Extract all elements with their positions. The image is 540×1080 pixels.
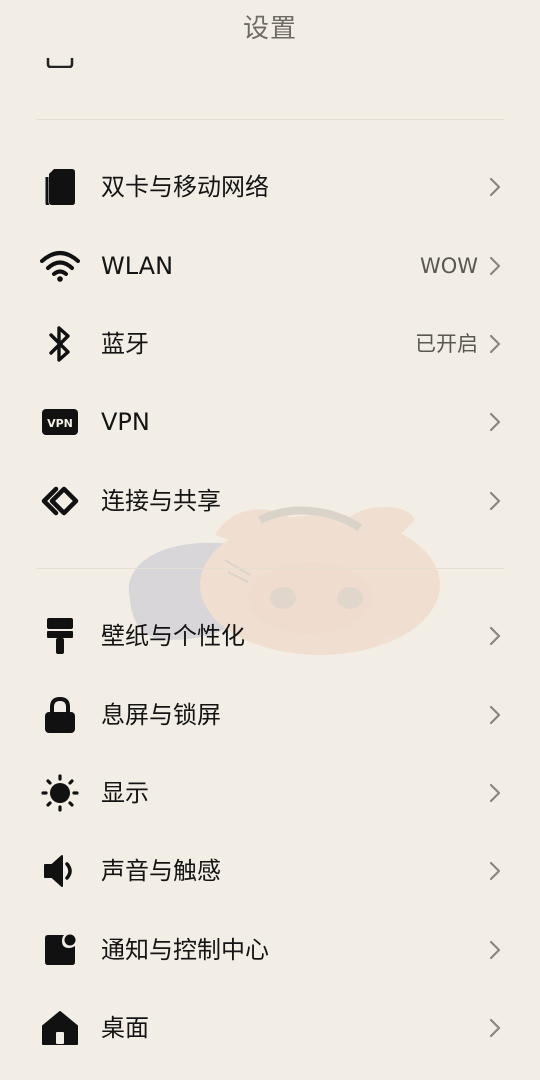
settings-item-label: 息屏与锁屏 [101,701,221,729]
lock-icon [38,695,82,735]
section-divider-top [36,119,504,120]
settings-item-connection-sharing[interactable]: 连接与共享 [0,462,540,540]
chevron-right-icon [489,412,501,432]
settings-item-value: 已开启 [415,332,478,356]
speaker-icon [38,851,82,891]
settings-item-screen-off-lock-screen[interactable]: 息屏与锁屏 [0,676,540,754]
section-divider [36,568,504,569]
sim-card-icon [38,167,82,207]
settings-item-label: 蓝牙 [101,330,149,358]
chevron-right-icon [489,940,501,960]
settings-item-vpn[interactable]: VPN VPN [0,383,540,461]
settings-item-label: 桌面 [101,1014,149,1042]
bluetooth-icon [38,324,82,364]
vpn-icon: VPN [38,402,82,442]
settings-item-label: 双卡与移动网络 [101,173,269,201]
chevron-right-icon [489,256,501,276]
brightness-icon [38,773,82,813]
settings-item-label: 通知与控制中心 [101,936,269,964]
settings-item-notification-control-center[interactable]: 通知与控制中心 [0,911,540,989]
settings-item-value: WOW [419,254,478,278]
svg-text:VPN: VPN [47,417,73,430]
chevron-right-icon [489,705,501,725]
settings-item-label: 连接与共享 [101,487,221,515]
settings-item-bluetooth[interactable]: 蓝牙 已开启 [0,305,540,383]
settings-item-sound-haptics[interactable]: 声音与触感 [0,832,540,910]
settings-item-home-screen[interactable]: 桌面 [0,989,540,1067]
chevron-right-icon [489,334,501,354]
chevron-right-icon [489,783,501,803]
settings-item-label: WLAN [101,252,174,280]
settings-item-label: 声音与触感 [101,857,221,885]
settings-item-wlan[interactable]: WLAN WOW [0,227,540,305]
settings-item-display[interactable]: 显示 [0,754,540,832]
partially-visible-item-icon [46,58,74,68]
page-title: 设置 [242,14,297,44]
settings-item-sim-mobile-network[interactable]: 双卡与移动网络 [0,148,540,226]
wifi-icon [38,246,82,286]
settings-item-wallpaper-personalization[interactable]: 壁纸与个性化 [0,597,540,675]
chevron-right-icon [489,177,501,197]
chevron-right-icon [489,626,501,646]
home-icon [38,1008,82,1048]
settings-item-label: 壁纸与个性化 [101,622,245,650]
settings-item-label: 显示 [101,779,149,807]
chevron-right-icon [489,1018,501,1038]
chevron-right-icon [489,861,501,881]
paint-brush-icon [38,616,82,656]
notification-icon [38,930,82,970]
chevron-right-icon [489,491,501,511]
settings-item-label: VPN [101,408,150,436]
connection-share-icon [38,481,82,521]
